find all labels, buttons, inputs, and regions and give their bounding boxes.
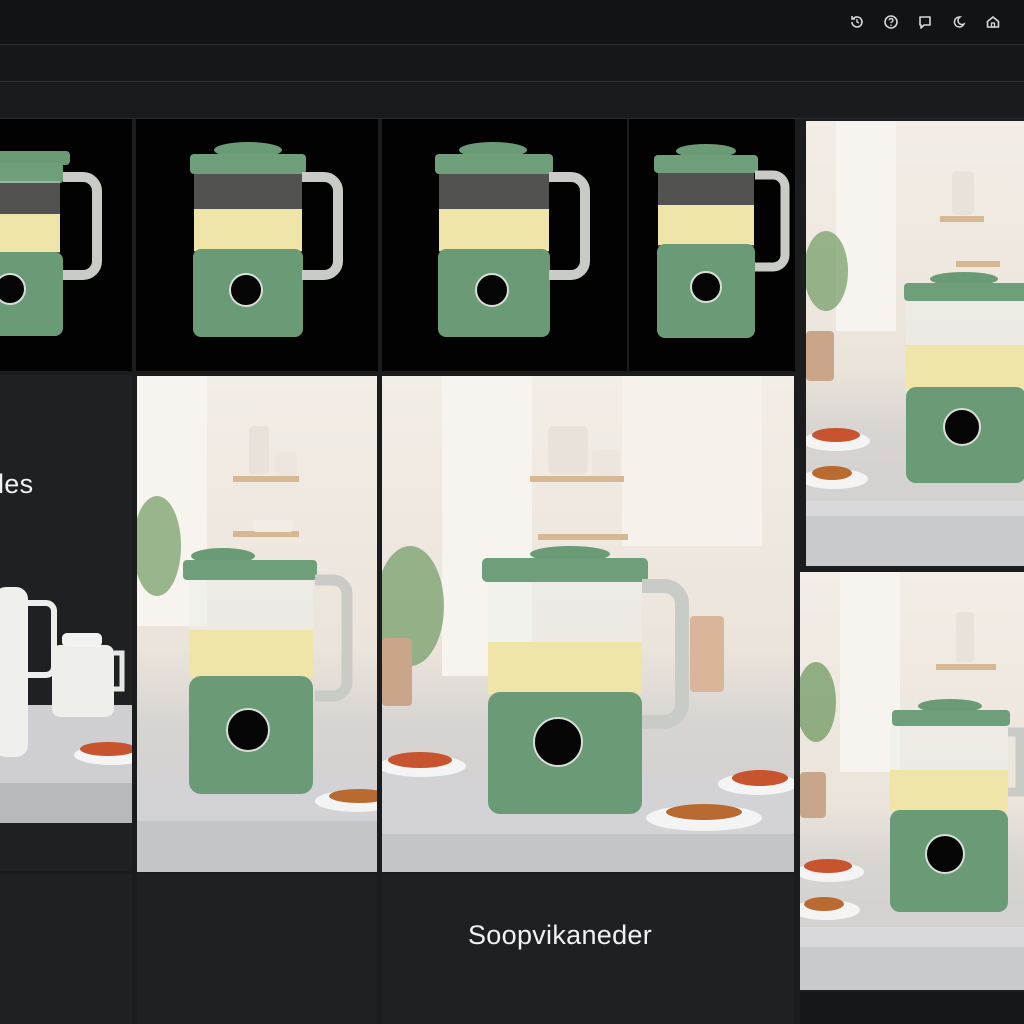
kitchen-illustration [382, 376, 794, 872]
kitchen-illustration [137, 376, 377, 872]
image-tile-kitchen-2[interactable] [382, 376, 794, 872]
home-icon[interactable] [984, 13, 1002, 31]
toolbar-icons [848, 13, 1002, 31]
moon-icon[interactable] [950, 13, 968, 31]
bottom-panel-middle [137, 874, 377, 1024]
image-tile-product-4[interactable] [629, 119, 795, 371]
info-panel-left: les [0, 375, 132, 871]
blender-illustration [190, 142, 343, 337]
image-tile-kitchen-right-1[interactable] [806, 121, 1024, 566]
chat-icon[interactable] [916, 13, 934, 31]
blender-illustration [0, 151, 102, 336]
image-tile-kitchen-right-2[interactable] [800, 572, 1024, 990]
kitchen-illustration [806, 121, 1024, 566]
history-icon[interactable] [848, 13, 866, 31]
top-toolbar [0, 0, 1024, 45]
image-tile-product-2[interactable] [136, 119, 378, 371]
image-tile-product-3[interactable] [382, 119, 627, 371]
image-tile-kitchen-1[interactable] [137, 376, 377, 872]
help-icon[interactable] [882, 13, 900, 31]
bottom-panel-left [0, 874, 132, 1024]
kitchen-illustration [800, 572, 1024, 990]
caption-panel: Soopvikaneder [382, 874, 794, 1024]
tertiary-bar [0, 82, 1024, 119]
main-caption: Soopvikaneder [468, 920, 653, 950]
kitchen-illustration [0, 587, 132, 823]
blender-illustration [435, 142, 590, 337]
image-tile-product-1[interactable] [0, 119, 132, 371]
bottom-dock [800, 992, 1024, 1024]
blender-illustration [654, 144, 790, 338]
secondary-bar [0, 45, 1024, 82]
